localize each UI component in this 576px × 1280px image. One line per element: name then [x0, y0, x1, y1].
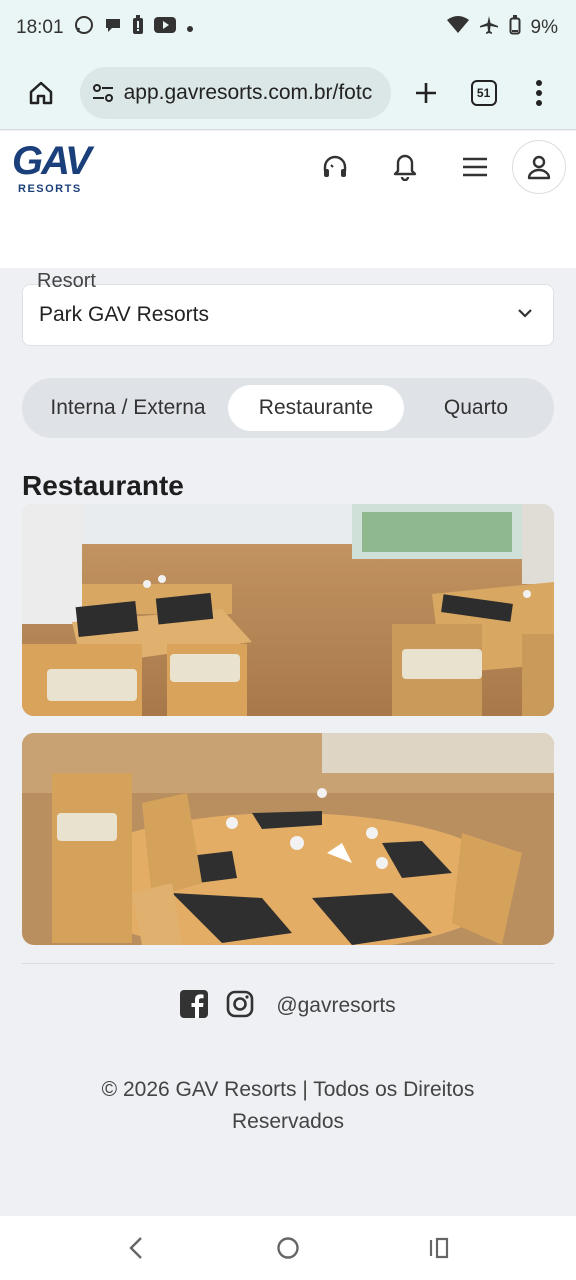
more-vertical-icon: [536, 79, 543, 106]
restaurant-photo-1[interactable]: [22, 504, 554, 716]
support-button[interactable]: [300, 139, 370, 195]
profile-button[interactable]: [512, 140, 566, 194]
home-button[interactable]: [16, 68, 66, 118]
header-actions: [300, 139, 566, 195]
battery-level: 9%: [530, 17, 558, 38]
status-left: 18:01: [16, 15, 194, 41]
recents-icon: [429, 1237, 449, 1259]
tab-switcher-button[interactable]: 51: [459, 68, 509, 118]
whatsapp-icon: [74, 15, 94, 41]
status-right: 9%: [446, 15, 558, 41]
notifications-button[interactable]: [370, 139, 440, 195]
chevron-down-icon: [518, 309, 532, 318]
instagram-link[interactable]: [226, 990, 254, 1023]
browser-menu-button[interactable]: [514, 68, 564, 118]
dot-icon: [186, 17, 194, 39]
url-text: app.gavresorts.com.br/fotc: [123, 80, 373, 104]
airplane-icon: [479, 15, 499, 41]
home-icon: [29, 81, 53, 104]
tab-quarto[interactable]: Quarto: [404, 385, 548, 431]
menu-button[interactable]: [440, 139, 510, 195]
logo-subtitle: RESORTS: [18, 183, 82, 195]
user-icon: [527, 155, 551, 180]
instagram-icon: [227, 990, 254, 1017]
plus-icon: [416, 82, 437, 103]
tab-count: 51: [470, 79, 497, 106]
tab-restaurante[interactable]: Restaurante: [228, 385, 404, 431]
facebook-link[interactable]: [180, 989, 209, 1023]
youtube-icon: [153, 17, 176, 39]
resort-select[interactable]: Resort Park GAV Resorts: [22, 270, 554, 346]
resort-select-label: Resort: [37, 270, 96, 292]
resort-select-value: Park GAV Resorts: [39, 303, 209, 326]
site-settings-icon[interactable]: [92, 83, 114, 103]
system-home-button[interactable]: [258, 1218, 318, 1278]
back-icon: [129, 1237, 142, 1259]
home-circle-icon: [277, 1237, 299, 1259]
restaurant-photo-2[interactable]: [22, 733, 554, 945]
chat-icon: [104, 16, 122, 40]
browser-toolbar: app.gavresorts.com.br/fotc 51: [0, 56, 576, 130]
headset-icon: [323, 155, 347, 177]
back-button[interactable]: [106, 1218, 166, 1278]
wifi-icon: [446, 16, 469, 40]
battery-icon: [509, 15, 521, 41]
facebook-icon: [180, 989, 209, 1018]
recents-button[interactable]: [410, 1218, 470, 1278]
category-tabs: Interna / Externa Restaurante Quarto: [22, 378, 554, 438]
system-nav-bar: [0, 1216, 576, 1280]
social-links: @gavresorts: [0, 988, 576, 1024]
new-tab-button[interactable]: [401, 68, 451, 118]
status-time: 18:01: [16, 17, 64, 38]
battery-alert-icon: [132, 15, 144, 41]
social-handle[interactable]: @gavresorts: [276, 994, 395, 1018]
footer-divider: [22, 963, 554, 964]
copyright-text: © 2026 GAV Resorts | Todos os Direitos R…: [101, 1078, 475, 1133]
bell-icon: [393, 154, 417, 181]
tab-interna-externa[interactable]: Interna / Externa: [28, 385, 228, 431]
address-bar[interactable]: app.gavresorts.com.br/fotc: [79, 66, 392, 119]
status-bar: 18:01 9%: [0, 0, 576, 56]
gav-resorts-logo[interactable]: GAV RESORTS: [12, 141, 92, 201]
section-title: Restaurante: [22, 470, 184, 501]
logo-wordmark: GAV: [12, 139, 92, 183]
hamburger-icon: [463, 157, 487, 177]
app-header: GAV RESORTS: [0, 131, 576, 268]
